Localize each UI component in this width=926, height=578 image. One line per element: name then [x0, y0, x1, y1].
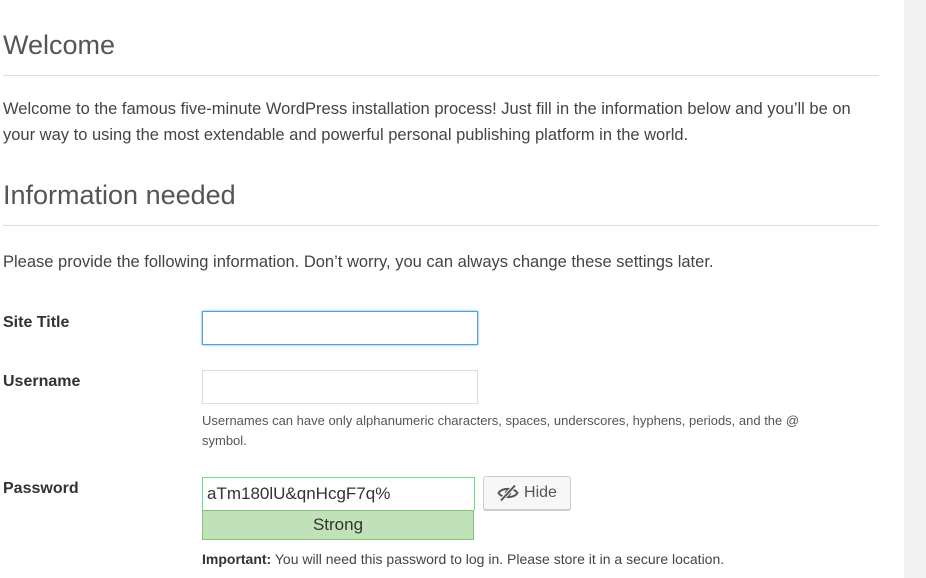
information-needed-heading: Information needed: [3, 180, 236, 210]
username-input[interactable]: [202, 370, 478, 404]
information-description: Please provide the following information…: [3, 253, 714, 271]
password-strength-meter: Strong: [202, 510, 474, 540]
eye-slash-icon: [497, 484, 519, 502]
welcome-heading: Welcome: [3, 30, 116, 60]
important-label: Important:: [202, 551, 272, 567]
scrollbar-track[interactable]: [904, 0, 926, 578]
password-important-note: Important: You will need this password t…: [202, 551, 724, 567]
username-hint: Usernames can have only alphanumeric cha…: [202, 413, 800, 448]
install-page: Welcome Welcome to the famous five-minut…: [0, 0, 904, 578]
important-text: You will need this password to log in. P…: [271, 551, 725, 567]
divider: [3, 75, 879, 76]
divider: [3, 225, 879, 226]
site-title-input[interactable]: [202, 311, 478, 345]
welcome-intro: Welcome to the famous five-minute WordPr…: [3, 100, 851, 144]
site-title-label: Site Title: [3, 314, 70, 331]
password-input[interactable]: [202, 477, 475, 510]
username-label: Username: [3, 373, 81, 390]
password-field: Strong: [202, 477, 475, 540]
password-label: Password: [3, 480, 79, 497]
hide-button-label: Hide: [524, 484, 557, 501]
hide-password-button[interactable]: Hide: [483, 476, 571, 510]
